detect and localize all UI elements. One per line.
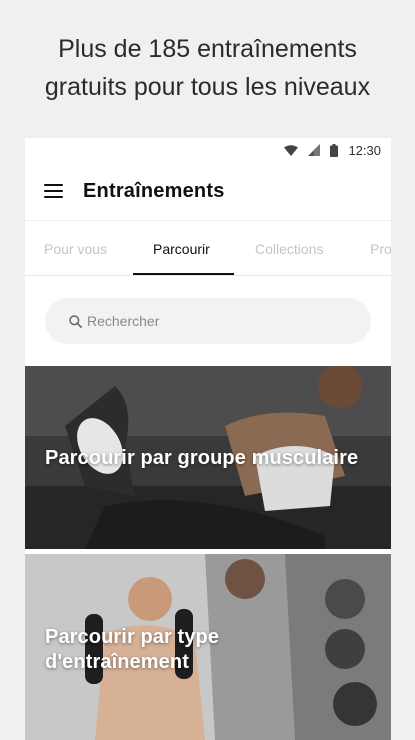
status-time: 12:30 bbox=[348, 142, 381, 158]
app-bar: Entraînements bbox=[25, 162, 391, 220]
browse-workout-type-card[interactable]: Parcourir par type d'entraînement bbox=[25, 554, 391, 740]
battery-icon bbox=[330, 143, 339, 157]
cellular-signal-icon bbox=[308, 144, 321, 156]
promo-line-2: gratuits pour tous les niveaux bbox=[44, 73, 371, 101]
browse-muscle-group-card[interactable]: Parcourir par groupe musculaire bbox=[25, 366, 391, 549]
tab-pro[interactable]: Pro bbox=[370, 221, 391, 275]
page-title: Entraînements bbox=[83, 179, 225, 202]
status-bar: 12:30 bbox=[25, 138, 391, 162]
wifi-icon bbox=[284, 144, 299, 156]
search-input[interactable] bbox=[87, 313, 347, 329]
tab-parcourir[interactable]: Parcourir bbox=[153, 221, 210, 275]
promo-line-1: Plus de 185 entraînements bbox=[58, 35, 357, 63]
promo-headline: Plus de 185 entraînements gratuits pour … bbox=[0, 30, 415, 106]
card-label-muscle-group: Parcourir par groupe musculaire bbox=[45, 447, 359, 469]
card-label-workout-type: Parcourir par type d'entraînement bbox=[45, 626, 220, 673]
active-tab-indicator bbox=[133, 273, 234, 275]
phone-screen: 12:30 Entraînements Pour vous Parcourir … bbox=[25, 138, 391, 740]
search-icon bbox=[69, 314, 82, 328]
tab-pour-vous[interactable]: Pour vous bbox=[44, 221, 107, 275]
search-field[interactable] bbox=[45, 298, 371, 344]
tab-bar: Pour vous Parcourir Collections Pro bbox=[25, 220, 391, 276]
hamburger-menu-icon[interactable] bbox=[44, 184, 63, 198]
search-section bbox=[25, 276, 391, 364]
tab-collections[interactable]: Collections bbox=[255, 221, 323, 275]
